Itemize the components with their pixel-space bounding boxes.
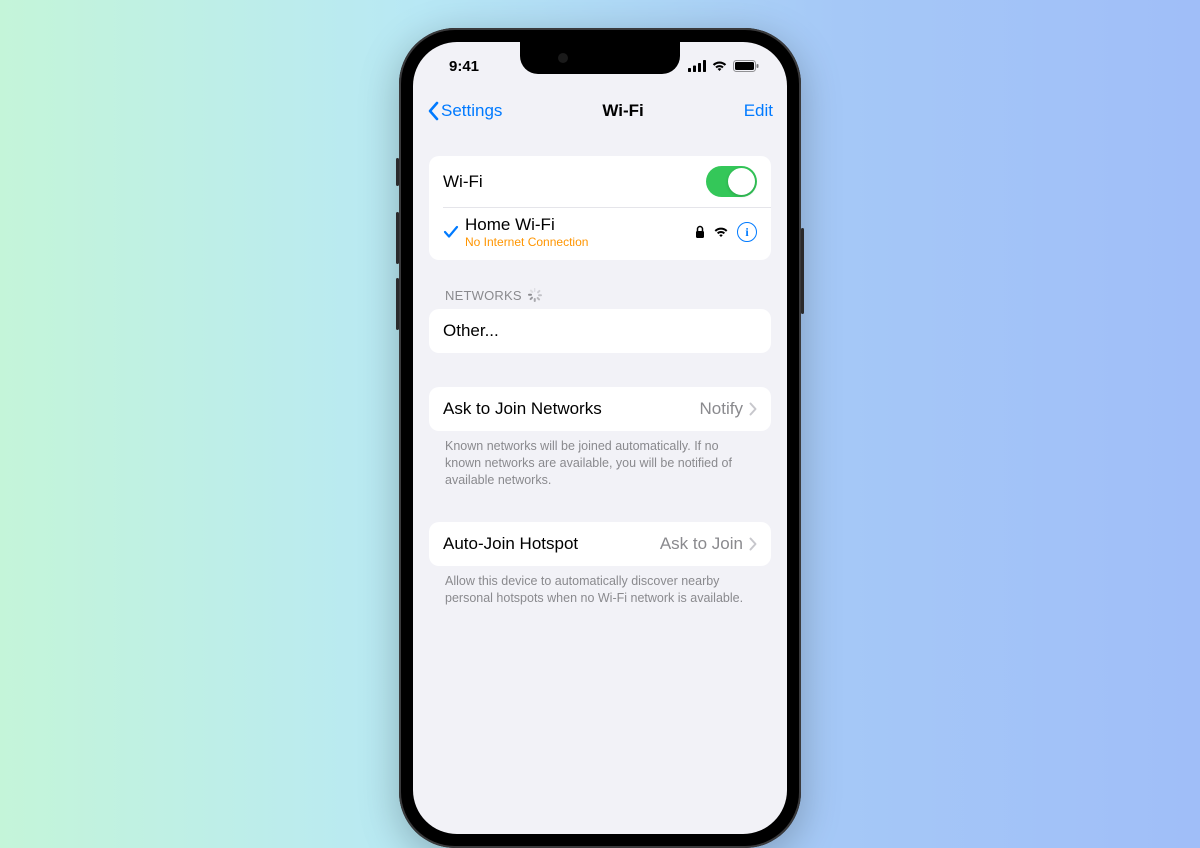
connected-network-row[interactable]: Home Wi-Fi No Internet Connection i — [429, 207, 771, 260]
wifi-toggle[interactable] — [706, 166, 757, 197]
ask-join-footer: Known networks will be joined automatica… — [429, 431, 771, 489]
status-time: 9:41 — [449, 58, 479, 75]
networks-header-label: NETWORKS — [445, 288, 522, 303]
auto-hotspot-card: Auto-Join Hotspot Ask to Join — [429, 522, 771, 566]
wifi-icon — [713, 226, 729, 238]
auto-hotspot-footer: Allow this device to automatically disco… — [429, 566, 771, 607]
nav-bar: Settings Wi-Fi Edit — [413, 90, 787, 132]
volume-down-button — [396, 278, 399, 330]
wifi-toggle-label: Wi-Fi — [443, 172, 706, 192]
chevron-left-icon — [427, 101, 439, 121]
auto-hotspot-label: Auto-Join Hotspot — [443, 534, 660, 554]
ask-join-label: Ask to Join Networks — [443, 399, 700, 419]
other-network-row[interactable]: Other... — [429, 309, 771, 353]
page-title: Wi-Fi — [602, 101, 643, 121]
connected-network-status: No Internet Connection — [465, 235, 695, 249]
power-button — [801, 228, 804, 314]
auto-hotspot-row[interactable]: Auto-Join Hotspot Ask to Join — [429, 522, 771, 566]
edit-button[interactable]: Edit — [744, 101, 773, 121]
wifi-status-icon — [711, 60, 728, 72]
wifi-toggle-row: Wi-Fi — [429, 156, 771, 207]
battery-icon — [733, 60, 759, 72]
other-network-label: Other... — [443, 321, 757, 341]
info-icon[interactable]: i — [737, 222, 757, 242]
chevron-right-icon — [749, 537, 757, 551]
spinner-icon — [528, 288, 542, 302]
ask-join-value: Notify — [700, 399, 743, 419]
networks-card: Other... — [429, 309, 771, 353]
silence-switch — [396, 158, 399, 186]
ask-join-row[interactable]: Ask to Join Networks Notify — [429, 387, 771, 431]
checkmark-icon — [439, 225, 463, 239]
iphone-frame: 9:41 — [399, 28, 801, 848]
networks-header: NETWORKS — [429, 288, 771, 309]
volume-up-button — [396, 212, 399, 264]
screen: 9:41 — [413, 42, 787, 834]
ask-join-card: Ask to Join Networks Notify — [429, 387, 771, 431]
lock-icon — [695, 225, 705, 239]
connected-network-name: Home Wi-Fi — [465, 215, 695, 235]
wifi-card: Wi-Fi Home Wi-Fi No Internet Connection — [429, 156, 771, 260]
back-label: Settings — [441, 101, 502, 121]
cellular-icon — [688, 60, 706, 72]
chevron-right-icon — [749, 402, 757, 416]
notch — [520, 42, 680, 74]
auto-hotspot-value: Ask to Join — [660, 534, 743, 554]
back-button[interactable]: Settings — [427, 101, 502, 121]
